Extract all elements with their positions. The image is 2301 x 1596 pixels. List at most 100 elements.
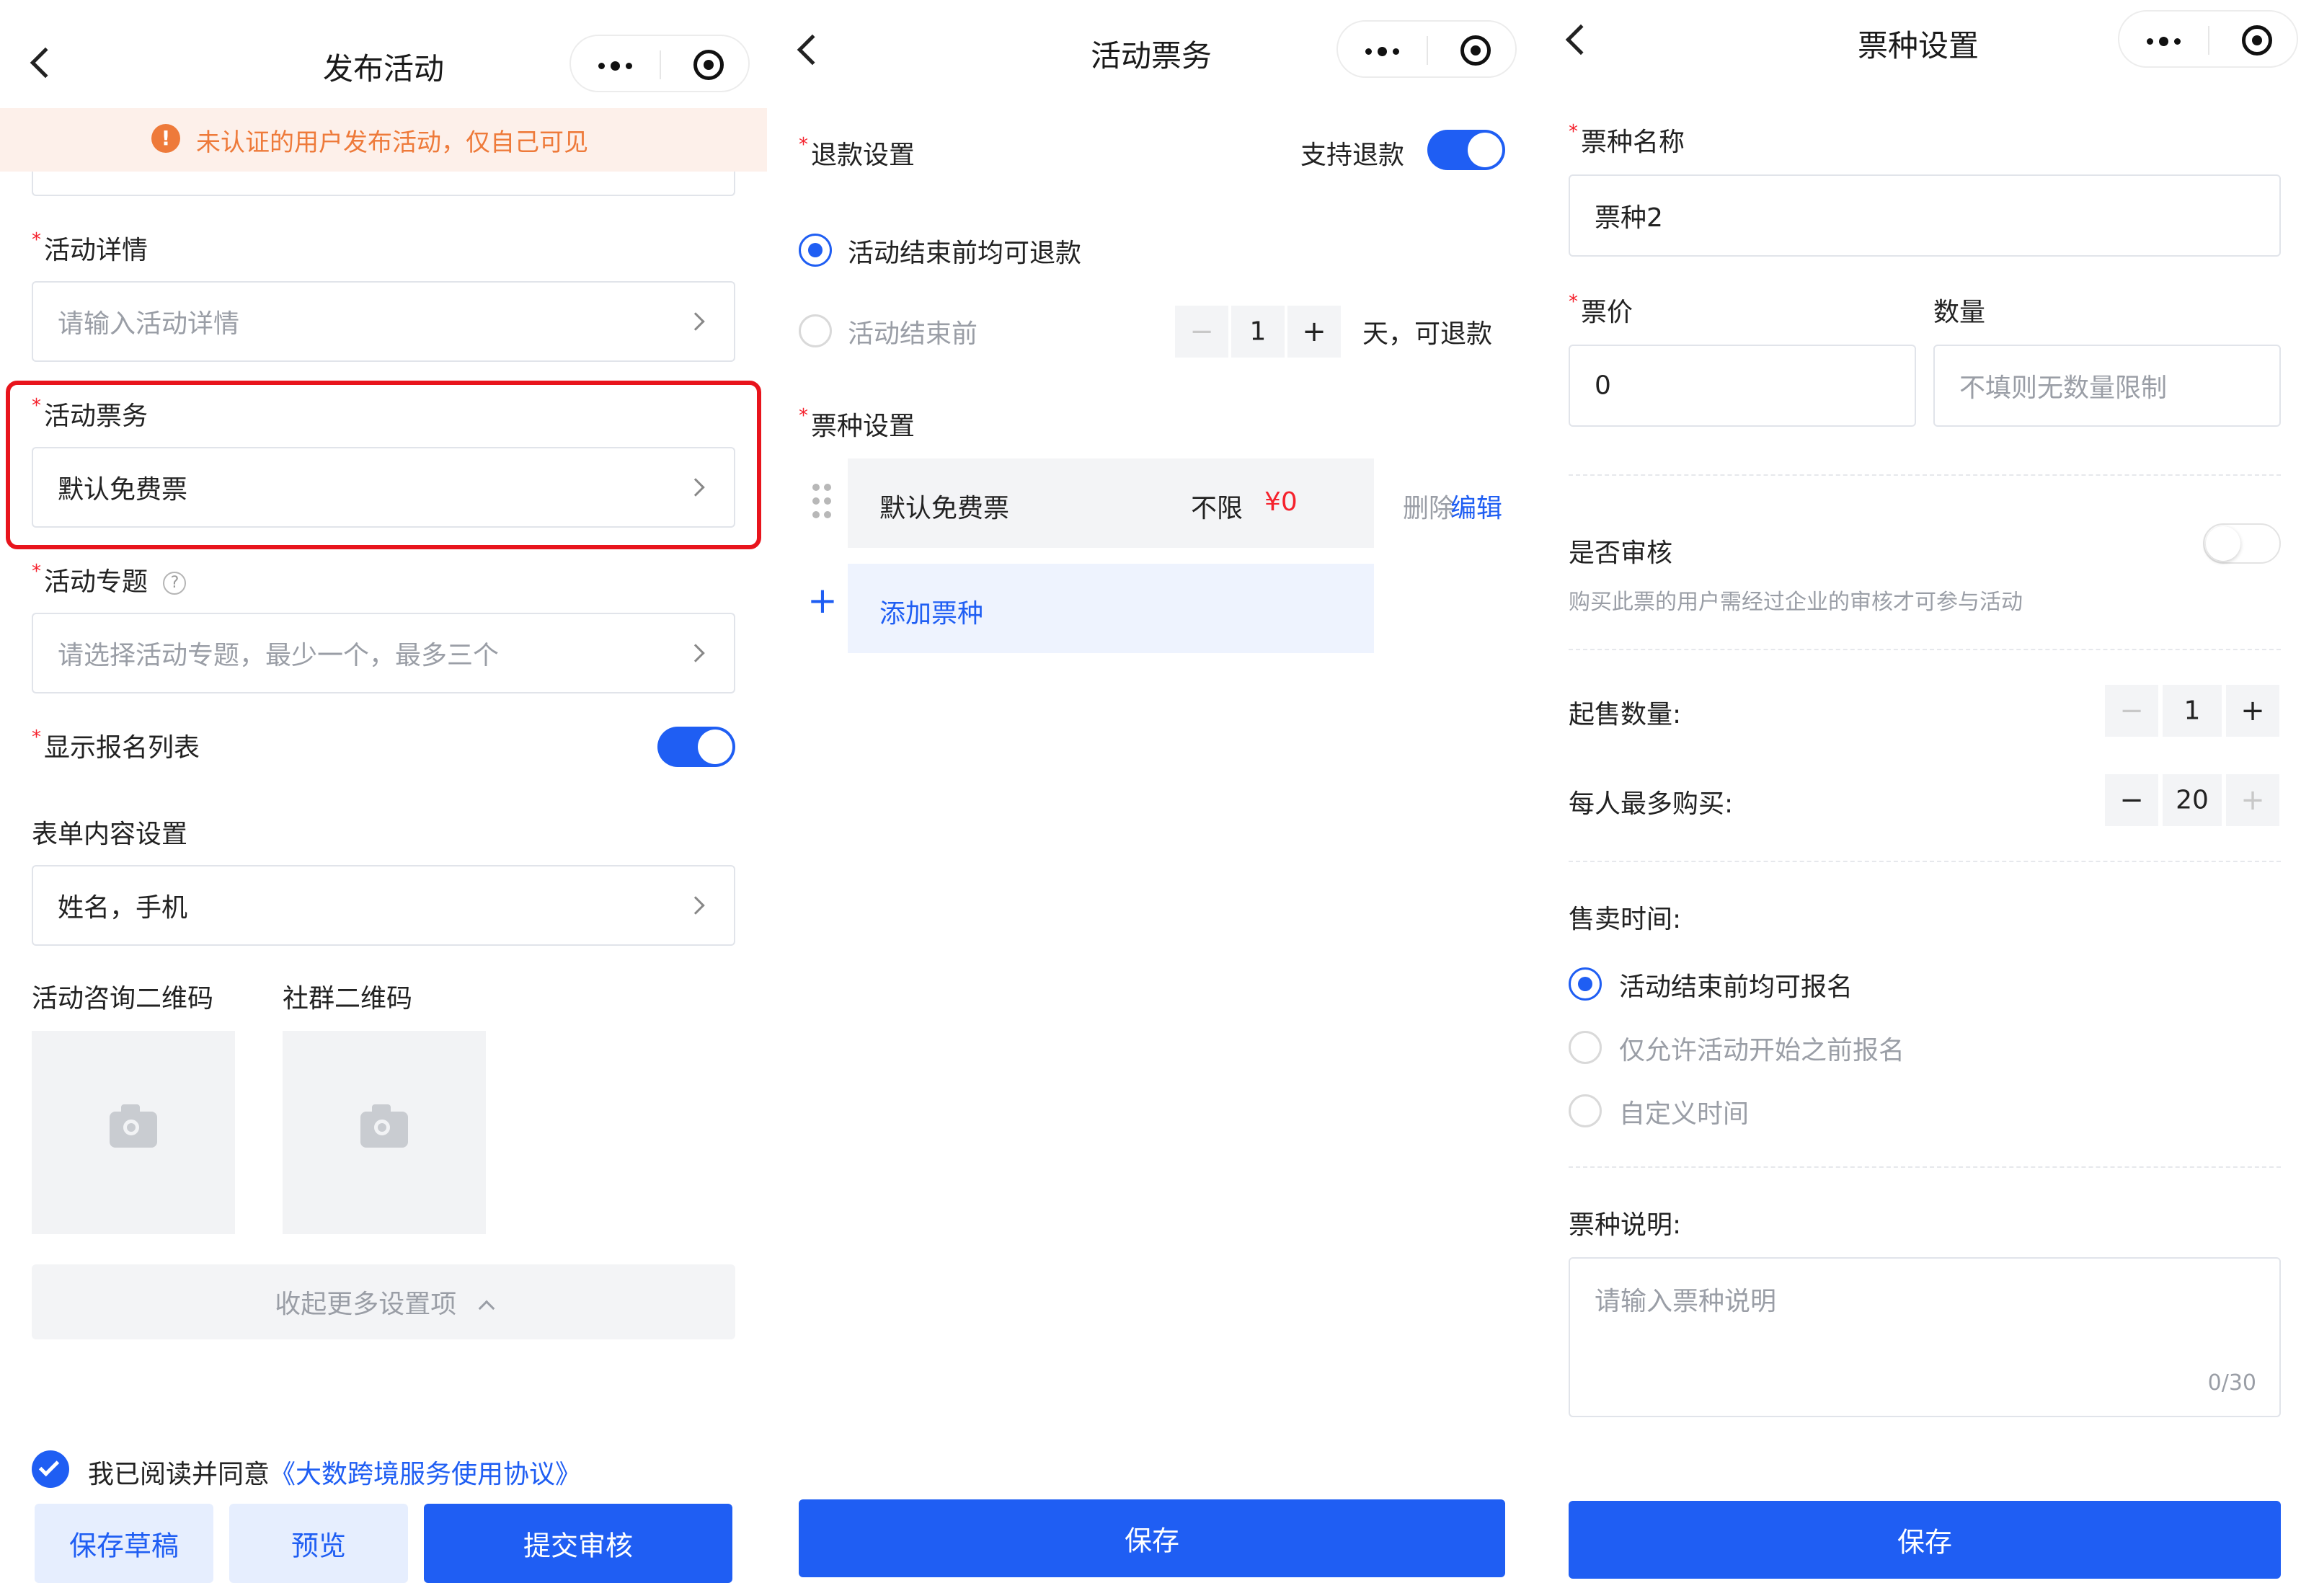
- save-button[interactable]: 保存: [799, 1499, 1505, 1577]
- detail-placeholder: 请输入活动详情: [58, 309, 240, 339]
- days-value[interactable]: 1: [1231, 306, 1285, 358]
- refund-toggle[interactable]: [1427, 130, 1505, 170]
- miniprogram-capsule: [569, 35, 750, 92]
- topic-placeholder: 请选择活动专题，最少一个，最多三个: [58, 641, 500, 670]
- chevron-right-icon: [686, 478, 705, 497]
- collapse-settings-button[interactable]: 收起更多设置项: [32, 1264, 735, 1339]
- review-description: 购买此票的用户需经过企业的审核才可参与活动: [1569, 590, 2023, 615]
- notice-bar: ! 未认证的用户发布活动，仅自己可见: [0, 108, 767, 172]
- review-label: 是否审核: [1569, 538, 1673, 568]
- agree-checkbox[interactable]: [32, 1450, 69, 1488]
- activity-ticketing-screen: 活动票务 * 退款设置 支持退款 活动结束前均可退款 活动结束前 − 1 + 天，…: [767, 0, 1535, 1596]
- help-icon[interactable]: ?: [163, 572, 187, 595]
- detail-field[interactable]: 请输入活动详情: [32, 281, 735, 362]
- max-qty-value[interactable]: 20: [2163, 774, 2222, 826]
- days-minus-button[interactable]: −: [1175, 306, 1228, 358]
- divider: [1569, 1166, 2281, 1168]
- min-minus-button[interactable]: −: [2105, 685, 2158, 737]
- refund-option1-label: 活动结束前均可退款: [848, 239, 1082, 268]
- check-icon: [38, 1455, 60, 1477]
- save-draft-button[interactable]: 保存草稿: [35, 1504, 213, 1583]
- add-ticket-button[interactable]: 添加票种: [848, 564, 1374, 653]
- sale-option3-radio[interactable]: [1569, 1094, 1602, 1127]
- submit-review-button[interactable]: 提交审核: [424, 1504, 732, 1583]
- max-qty-label: 每人最多购买:: [1569, 789, 1734, 819]
- refund-option2-label: 活动结束前: [848, 319, 978, 349]
- add-ticket-label: 添加票种: [879, 599, 984, 629]
- close-target-icon[interactable]: [693, 50, 724, 80]
- char-counter: 0/30: [2207, 1370, 2256, 1396]
- preview-button[interactable]: 预览: [229, 1504, 408, 1583]
- refund-option2-radio[interactable]: [799, 314, 832, 347]
- qr2-label: 社群二维码: [283, 984, 413, 1014]
- divider: [1569, 649, 2281, 650]
- notice-text: 未认证的用户发布活动，仅自己可见: [196, 128, 588, 157]
- ticket-name: 默认免费票: [879, 494, 1010, 523]
- form-value: 姓名，手机: [58, 893, 188, 923]
- show-list-label: * 显示报名列表: [32, 727, 200, 763]
- qty-label: 数量: [1933, 298, 1986, 327]
- agreement-link[interactable]: 《大数跨境服务使用协议》: [270, 1460, 581, 1489]
- close-target-icon[interactable]: [2242, 25, 2272, 56]
- chevron-right-icon: [686, 644, 705, 662]
- review-toggle[interactable]: [2203, 523, 2281, 564]
- refund-toggle-label: 支持退款: [1300, 141, 1405, 170]
- refund-option1-radio[interactable]: [799, 234, 832, 267]
- name-input[interactable]: 票种2: [1569, 174, 2281, 257]
- camera-icon: [360, 1104, 408, 1148]
- qr1-label: 活动咨询二维码: [32, 984, 214, 1014]
- warning-icon: !: [151, 124, 180, 153]
- sale-time-label: 售卖时间:: [1569, 905, 1682, 934]
- chevron-up-icon: [478, 1300, 495, 1317]
- drag-handle-icon[interactable]: [810, 483, 833, 519]
- days-suffix: 天，可退款: [1362, 319, 1493, 349]
- qr1-upload[interactable]: [32, 1031, 235, 1234]
- close-target-icon[interactable]: [1460, 35, 1491, 66]
- agreement-text: 我已阅读并同意《大数跨境服务使用协议》: [88, 1460, 582, 1489]
- qty-input[interactable]: 不填则无数量限制: [1933, 345, 2281, 427]
- minus-icon: −: [2119, 784, 2144, 817]
- plus-icon: +: [2240, 694, 2265, 727]
- plus-icon: +: [2240, 784, 2265, 817]
- min-qty-label: 起售数量:: [1569, 700, 1682, 730]
- more-icon[interactable]: [1365, 47, 1399, 56]
- delete-button[interactable]: 删除: [1403, 487, 1455, 525]
- max-minus-button[interactable]: −: [2105, 774, 2158, 826]
- collapse-label: 收起更多设置项: [275, 1290, 457, 1319]
- days-plus-button[interactable]: +: [1287, 306, 1341, 358]
- price-label: * 票价: [1569, 291, 1633, 327]
- form-label: 表单内容设置: [32, 820, 188, 849]
- chevron-right-icon: [686, 896, 705, 915]
- add-icon[interactable]: +: [807, 582, 838, 619]
- min-qty-value[interactable]: 1: [2163, 685, 2222, 737]
- save-button[interactable]: 保存: [1569, 1501, 2281, 1579]
- more-icon[interactable]: [2147, 37, 2181, 46]
- max-plus-button[interactable]: +: [2226, 774, 2279, 826]
- divider: [1569, 861, 2281, 862]
- sale-option2-radio[interactable]: [1569, 1031, 1602, 1064]
- form-field[interactable]: 姓名，手机: [32, 865, 735, 946]
- camera-icon: [110, 1104, 157, 1148]
- minus-icon: −: [2119, 694, 2144, 727]
- qr2-upload[interactable]: [283, 1031, 486, 1234]
- sale-option1-label: 活动结束前均可报名: [1619, 972, 1853, 1002]
- ticket-row[interactable]: 默认免费票 不限 ¥0: [848, 458, 1374, 548]
- show-list-toggle[interactable]: [657, 727, 735, 767]
- edit-button[interactable]: 编辑: [1450, 487, 1502, 525]
- more-icon[interactable]: [598, 61, 632, 71]
- ticket-limit: 不限: [1191, 494, 1243, 523]
- topic-field[interactable]: 请选择活动专题，最少一个，最多三个: [32, 613, 735, 693]
- min-plus-button[interactable]: +: [2226, 685, 2279, 737]
- refund-label: * 退款设置: [799, 134, 915, 170]
- name-label: * 票种名称: [1569, 121, 1685, 157]
- ticket-type-settings-screen: 票种设置 * 票种名称 票种2 * 票价 数量 0 不填则无数量限制 是否审核 购买…: [1535, 0, 2301, 1596]
- desc-textarea[interactable]: 请输入票种说明 0/30: [1569, 1257, 2281, 1417]
- ticket-field[interactable]: 默认免费票: [32, 447, 735, 528]
- sale-option1-radio[interactable]: [1569, 967, 1602, 1001]
- price-input[interactable]: 0: [1569, 345, 1916, 427]
- topic-label: * 活动专题 ?: [32, 561, 187, 598]
- ticket-value: 默认免费票: [58, 475, 188, 505]
- desc-label: 票种说明:: [1569, 1210, 1682, 1240]
- miniprogram-capsule: [1336, 20, 1517, 78]
- detail-label: * 活动详情: [32, 229, 148, 265]
